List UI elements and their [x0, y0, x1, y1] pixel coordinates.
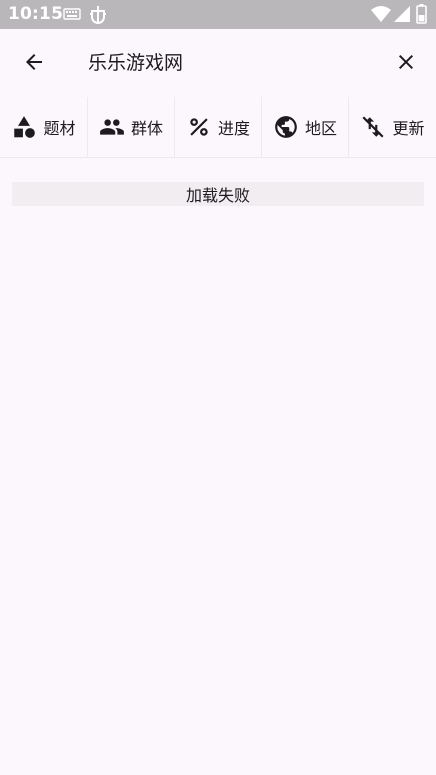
filter-label: 群体 [130, 119, 163, 138]
filter-bar: 题材 群体 进度 地区 更新 [0, 97, 436, 158]
keyboard-icon [63, 8, 81, 20]
sort-off-icon [362, 116, 385, 138]
close-button[interactable] [386, 42, 426, 82]
shapes-icon [14, 116, 36, 138]
arrow-left-icon [26, 54, 42, 70]
filter-region[interactable]: 地区 [262, 97, 349, 157]
error-message[interactable]: 加载失败 [12, 182, 424, 206]
page-title: 乐乐游戏网 [88, 52, 184, 74]
status-time: 10:15 [8, 4, 64, 24]
back-button[interactable] [14, 42, 54, 82]
filter-label: 进度 [217, 119, 250, 138]
globe-icon [275, 116, 297, 138]
filter-label: 题材 [43, 119, 76, 138]
error-text: 加载失败 [185, 186, 250, 205]
filter-label: 地区 [304, 119, 337, 138]
close-icon [399, 55, 413, 69]
filter-theme[interactable]: 题材 [0, 97, 88, 157]
filter-audience[interactable]: 群体 [88, 97, 175, 157]
filter-progress[interactable]: 进度 [175, 97, 262, 157]
status-bar: 10:15 [0, 0, 436, 29]
app-bar: 乐乐游戏网 [0, 29, 436, 97]
filter-label: 更新 [392, 119, 425, 138]
signal-icon [394, 6, 410, 22]
people-icon [100, 119, 124, 135]
percent-icon [190, 118, 208, 136]
bug-icon [90, 6, 106, 24]
filter-update[interactable]: 更新 [349, 97, 436, 157]
battery-icon [416, 4, 427, 24]
wifi-icon [371, 6, 391, 22]
